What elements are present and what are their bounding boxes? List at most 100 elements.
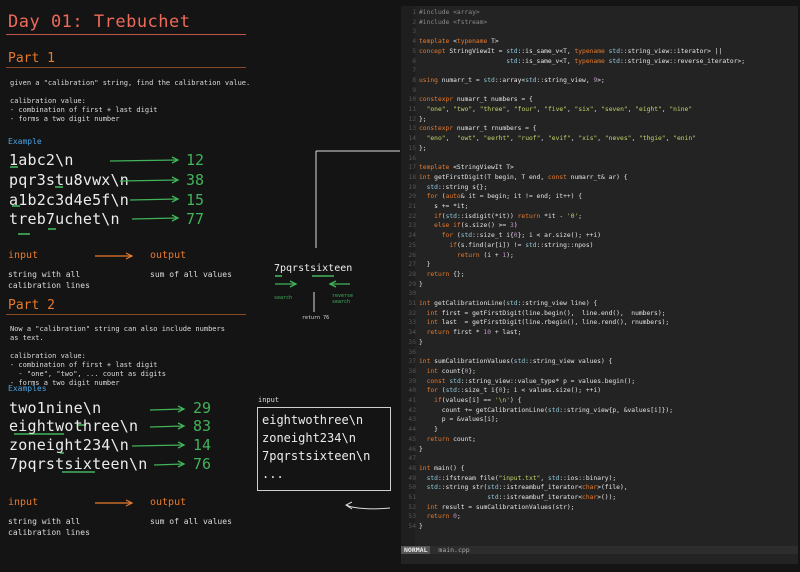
file-name: main.cpp (438, 546, 470, 554)
code-line[interactable]: 19 std::string s{}; (402, 184, 797, 192)
code-line[interactable]: 3 (402, 28, 797, 36)
code-text: for (auto& it = begin; it != end; it++) … (426, 193, 583, 201)
code-line[interactable]: 21 s += *it; (402, 203, 797, 211)
diagram-word: 7pqrstsixteen (274, 263, 353, 274)
code-text: return 0; (426, 513, 461, 521)
code-text: int first = getFirstDigit(line.begin(), … (426, 309, 666, 317)
line-number: 35 (408, 338, 416, 346)
code-line[interactable]: 16 (402, 155, 797, 163)
line-number: 19 (408, 183, 416, 191)
code-line[interactable]: 10 constexpr numarr_t numbers = { (402, 96, 797, 104)
example-output: 83 (193, 417, 212, 435)
code-line[interactable]: 50 std::string str(std::istreambuf_itera… (402, 484, 797, 492)
code-line[interactable]: 38 int count{0}; (402, 368, 797, 376)
status-line: NORMAL main.cpp (401, 546, 798, 554)
line-number: 12 (408, 115, 416, 123)
code-line[interactable]: 11 "one", "two", "three", "four", "five"… (402, 106, 797, 114)
part1-input-label: input (8, 250, 39, 261)
code-line[interactable]: 24 for (std::size_t i{0}; i < ar.size();… (402, 232, 797, 240)
code-text: if(values[i] == '\n') { (434, 397, 522, 404)
code-text: }; (419, 115, 427, 123)
line-number: 46 (408, 445, 416, 453)
code-line[interactable]: 9 (402, 87, 797, 95)
code-line[interactable]: 52 int result = sumCalibrationValues(str… (402, 504, 797, 512)
input-line: eightwothree\n (262, 413, 364, 427)
line-number: 54 (408, 523, 416, 531)
code-line[interactable]: 4 template <typename T> (402, 38, 797, 46)
line-number: 2 (412, 18, 416, 26)
input-line: 7pqrstsixteen\n (262, 449, 371, 463)
code-line[interactable]: 14 "eno", "owt", "eerht", "ruof", "evif"… (402, 135, 797, 143)
code-line[interactable]: 6 std::is_same_v<T, typename std::string… (402, 58, 797, 66)
line-number: 9 (412, 86, 416, 94)
code-text: return {}; (426, 270, 465, 278)
code-line[interactable]: 40 for (std::size_t i{0}; i < values.siz… (402, 387, 797, 395)
code-line[interactable]: 30 (402, 290, 797, 298)
part1-input-desc: string with all calibration lines (8, 270, 90, 290)
code-line[interactable]: 27 } (402, 261, 797, 269)
code-line[interactable]: 35} (402, 339, 797, 347)
code-line[interactable]: 54} (402, 523, 797, 531)
code-line[interactable]: 44 } (402, 426, 797, 434)
code-line[interactable]: 43 p = &values[i]; (402, 416, 797, 424)
code-text: int getFirstDigit(T begin, T end, const … (419, 173, 628, 181)
part2-example-label: Examples (8, 384, 47, 393)
code-text: std::string s{}; (426, 183, 488, 191)
line-number: 29 (408, 280, 416, 288)
vim-mode-indicator: NORMAL (401, 546, 431, 554)
code-line[interactable]: 5 concept StringViewIt = std::is_same_v<T… (402, 48, 797, 56)
part2-underline (6, 314, 246, 315)
code-line[interactable]: 32 int first = getFirstDigit(line.begin(… (402, 310, 797, 318)
code-text: int last = getFirstDigit(line.rbegin(), … (426, 319, 670, 327)
code-line[interactable]: 18 int getFirstDigit(T begin, T end, cons… (402, 174, 797, 182)
code-text: #include <fstream> (419, 18, 488, 26)
code-line[interactable]: 22 if(std::isdigit(*it)) return *it - '0… (402, 213, 797, 221)
code-line[interactable]: 26 return (i + 1); (402, 252, 797, 260)
code-line[interactable]: 36 (402, 349, 797, 357)
code-text: int result = sumCalibrationValues(str); (426, 503, 575, 511)
code-line[interactable]: 2 #include <fstream> (402, 19, 797, 27)
line-number: 39 (408, 377, 416, 385)
code-line[interactable]: 45 return count; (402, 436, 797, 444)
input-line: ... (262, 467, 284, 481)
code-text: std::is_same_v<T, typename std::string_v… (506, 57, 746, 65)
code-line[interactable]: 13 constexpr numarr_t rnumbers = { (402, 125, 797, 133)
input-line: zoneight234\n (262, 431, 356, 445)
code-line[interactable]: 48 int main() { (402, 465, 797, 473)
code-text: } (419, 280, 423, 288)
code-line[interactable]: 39 const std::string_view::value_type* p… (402, 378, 797, 386)
code-line[interactable]: 29} (402, 281, 797, 289)
code-line[interactable]: 34 return first * 10 + last; (402, 329, 797, 337)
code-line[interactable]: 51 std::istreambuf_iterator<char>()); (402, 494, 797, 502)
code-line[interactable]: 53 return 0; (402, 513, 797, 521)
code-line[interactable]: 41 if(values[i] == '\n') { (402, 397, 797, 405)
code-line[interactable]: 23 else if(s.size() >= 3) (402, 222, 797, 230)
input-box: eightwothree\n zoneight234\n 7pqrstsixte… (257, 407, 391, 491)
line-number: 13 (408, 125, 416, 133)
code-line[interactable]: 8 using numarr_t = std::array<std::string… (402, 77, 797, 85)
code-line[interactable]: 15}; (402, 145, 797, 153)
code-line[interactable]: 47 (402, 455, 797, 463)
code-text: } (419, 426, 438, 434)
code-editor[interactable]: 1 #include <array> 2 #include <fstream> 3 4 te… (401, 6, 798, 564)
code-line[interactable]: 46} (402, 446, 797, 454)
code-line[interactable]: 12}; (402, 116, 797, 124)
code-line[interactable]: 42 count += getCalibrationLine(std::stri… (402, 407, 797, 415)
code-text: template <StringViewIt T> (419, 164, 514, 172)
code-line[interactable]: 20 for (auto& it = begin; it != end; it+… (402, 193, 797, 201)
line-number: 18 (408, 173, 416, 181)
code-line[interactable]: 33 int last = getFirstDigit(line.rbegin(… (402, 319, 797, 327)
code-line[interactable]: 28 return {}; (402, 271, 797, 279)
code-line[interactable]: 49 std::ifstream file("input.txt", std::… (402, 475, 797, 483)
code-line[interactable]: 37 int sumCalibrationValues(std::string_v… (402, 358, 797, 366)
line-number: 32 (408, 309, 416, 317)
line-number: 40 (408, 387, 416, 395)
code-text: const std::string_view::value_type* p = … (426, 377, 636, 385)
code-line[interactable]: 31 int getCalibrationLine(std::string_vie… (402, 300, 797, 308)
example-output: 29 (193, 399, 212, 417)
code-line[interactable]: 17 template <StringViewIt T> (402, 164, 797, 172)
line-number: 20 (408, 193, 416, 201)
code-line[interactable]: 7 (402, 67, 797, 75)
code-line[interactable]: 1 #include <array> (402, 9, 797, 17)
code-line[interactable]: 25 if(s.find(ar[i]) != std::string::npos… (402, 242, 797, 250)
